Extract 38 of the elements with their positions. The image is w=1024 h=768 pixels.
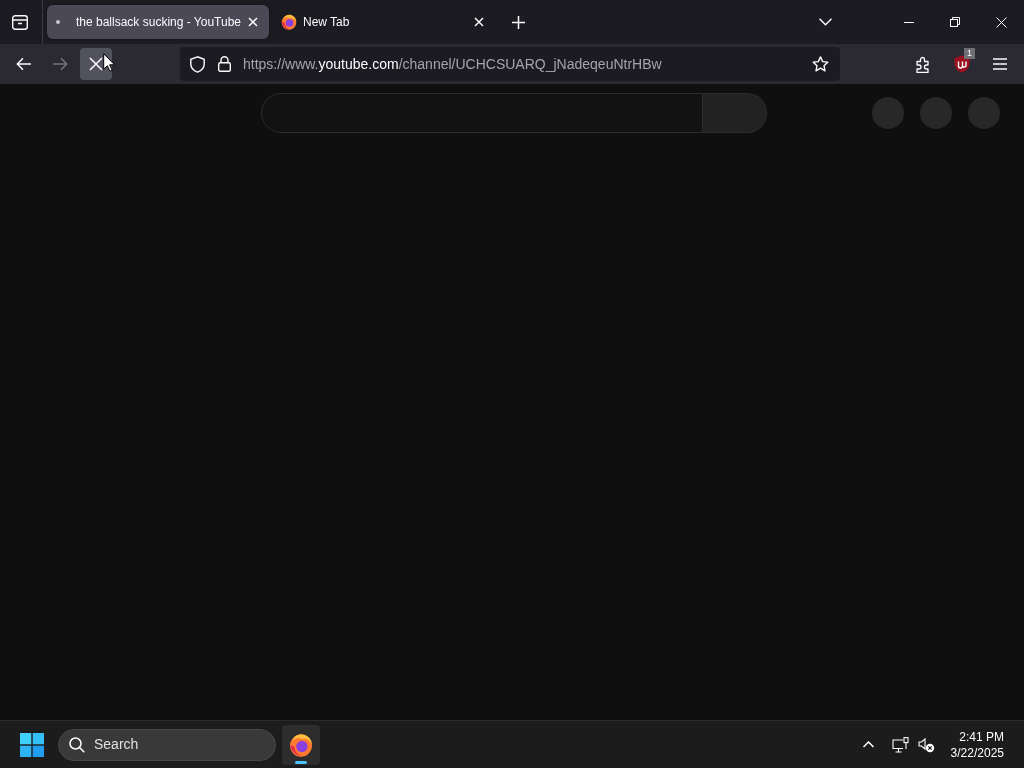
taskbar-app-button[interactable] <box>282 724 320 765</box>
right-arrow-icon <box>52 56 68 72</box>
star-icon <box>811 56 829 72</box>
fox-globe-icon <box>289 732 313 757</box>
close-icon <box>248 17 258 27</box>
circle-skeleton <box>920 97 952 129</box>
circle-skeleton <box>872 97 904 129</box>
chevron-up-icon <box>863 741 875 748</box>
restore-icon <box>950 17 960 27</box>
address-bar[interactable]: https://www.youtube.com/channel/UCHCSUARQ_jNadeqeuNtrHBw <box>180 47 840 81</box>
stop-button[interactable] <box>80 48 112 80</box>
minimize-icon <box>904 21 914 23</box>
search-button-skeleton <box>703 93 767 133</box>
lock-icon[interactable] <box>218 56 231 72</box>
blocker-extension-button[interactable]: 1 <box>946 48 978 80</box>
mouse-pointer-icon <box>103 53 115 72</box>
url-text[interactable]: https://www.youtube.com/channel/UCHCSUARQ_jNadeqeuNtrHBw <box>243 53 662 75</box>
windows-logo-icon <box>20 732 44 757</box>
shield-icon[interactable] <box>190 55 205 73</box>
clock-button[interactable]: 2:41 PM 3/22/2025 <box>948 724 1006 765</box>
extension-badge: 1 <box>964 48 975 59</box>
left-arrow-icon <box>16 56 32 72</box>
search-placeholder: Search <box>94 735 139 754</box>
monitor-icon <box>892 736 910 753</box>
close-icon <box>474 17 484 27</box>
menu-icon <box>993 58 1007 70</box>
taskbar-search-field[interactable]: Search <box>58 728 276 761</box>
plus-icon <box>511 15 525 29</box>
browser-tab[interactable]: the ballsack sucking - YouTube <box>47 5 269 39</box>
close-icon <box>995 16 1007 28</box>
shield-extension-icon <box>954 55 970 73</box>
puzzle-piece-icon <box>916 55 932 73</box>
search-icon <box>69 736 85 753</box>
browser-tab[interactable]: New Tab <box>273 5 495 39</box>
circle-skeleton <box>968 97 1000 129</box>
tray-box-icon <box>12 14 28 30</box>
close-icon <box>88 56 104 72</box>
chevron-down-icon <box>818 18 832 26</box>
